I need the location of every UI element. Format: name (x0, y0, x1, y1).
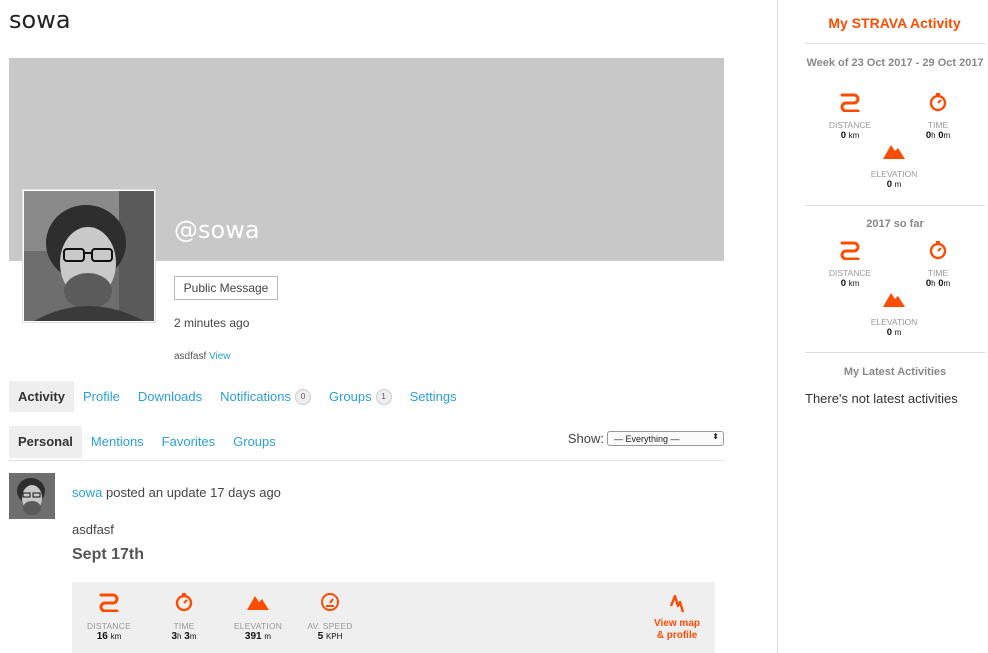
stat-label: DISTANCE (87, 621, 131, 631)
feed-item-avatar[interactable] (9, 473, 55, 519)
tab-profile[interactable]: Profile (74, 381, 129, 412)
stat-elevation: ELEVATION 391 m (223, 592, 293, 642)
year-heading: 2017 so far (866, 218, 924, 230)
stat-label: AV. SPEED (307, 621, 353, 631)
divider (805, 43, 985, 44)
stat-speed: AV. SPEED 5 KPH (295, 592, 365, 642)
notifications-count-badge: 0 (294, 388, 311, 405)
tab-notifications[interactable]: Notifications 0 (211, 381, 320, 412)
stat-value: 0 km (840, 278, 860, 289)
stat-value: 0h 0m (925, 130, 951, 141)
subtab-favorites[interactable]: Favorites (153, 426, 224, 458)
tab-downloads[interactable]: Downloads (129, 381, 211, 412)
stat-distance: DISTANCE 16 km (74, 592, 144, 642)
view-map-line2: & profile (656, 630, 698, 641)
show-filter-value: — Everything — (614, 433, 680, 444)
mountain-icon (883, 145, 905, 159)
latest-update-view-link[interactable]: View (209, 351, 231, 362)
profile-avatar[interactable] (22, 189, 156, 323)
activity-title: Sept 17th (72, 546, 145, 563)
sidebar-title: My STRAVA Activity (828, 15, 961, 31)
stat-value: 0 m (886, 179, 902, 190)
feed-avatar-photo (9, 473, 55, 519)
week-time: TIME 0h 0m (898, 92, 978, 141)
speedometer-icon (321, 593, 339, 611)
show-filter: Show: — Everything — ⬍ (568, 431, 724, 446)
page-title: sowa (9, 6, 71, 34)
groups-count-badge: 1 (375, 388, 392, 405)
profile-handle: @sowa (174, 216, 260, 244)
last-active: 2 minutes ago (174, 316, 250, 330)
tab-groups[interactable]: Groups 1 (320, 381, 401, 412)
select-arrows-icon: ⬍ (712, 432, 719, 441)
week-distance: DISTANCE 0 km (810, 92, 890, 141)
week-elevation: ELEVATION 0 m (854, 141, 934, 190)
stat-label: DISTANCE (828, 268, 872, 278)
year-elevation: ELEVATION 0 m (854, 289, 934, 338)
tab-activity[interactable]: Activity (9, 381, 74, 412)
subtab-groups[interactable]: Groups (224, 426, 285, 458)
strava-sidebar: My STRAVA Activity Week of 23 Oct 2017 -… (777, 0, 988, 653)
profile-nav: Activity Profile Downloads Notifications… (9, 381, 466, 412)
strava-activity-card: DISTANCE 16 km TIME 3h 3m ELEVATION 391 … (72, 582, 715, 653)
view-map-link[interactable]: View map & profile (654, 594, 700, 642)
subtab-label: Favorites (161, 434, 216, 449)
subtab-label: Personal (18, 434, 73, 449)
avatar-photo (24, 191, 154, 321)
public-message-button[interactable]: Public Message (174, 276, 278, 300)
feed-action-text: posted an update 17 days ago (105, 485, 281, 500)
tab-label: Activity (18, 389, 65, 404)
stat-value: 16 km (96, 631, 122, 642)
show-filter-label: Show: (567, 431, 604, 446)
tab-label: Downloads (137, 389, 203, 404)
stat-label: TIME (927, 268, 949, 278)
stat-value: 0 km (840, 130, 860, 141)
route-icon (840, 93, 860, 113)
activity-subnav: Personal Mentions Favorites Groups Show:… (9, 423, 724, 461)
map-pulse-icon (669, 594, 685, 613)
route-icon (840, 241, 860, 261)
show-filter-select[interactable]: — Everything — ⬍ (607, 431, 724, 446)
view-map-line1: View map (654, 618, 700, 629)
divider (805, 205, 985, 206)
mountain-icon (247, 596, 269, 610)
route-icon (99, 593, 119, 613)
stat-value: 0 m (886, 327, 902, 338)
tab-label: Settings (409, 389, 457, 404)
subtab-personal[interactable]: Personal (9, 425, 82, 458)
stopwatch-icon (929, 241, 947, 260)
week-heading: Week of 23 Oct 2017 - 29 Oct 2017 (806, 57, 984, 69)
feed-author-link[interactable]: sowa (72, 485, 102, 500)
stopwatch-icon (175, 593, 193, 612)
latest-activities-heading: My Latest Activities (843, 366, 947, 378)
feed-item-header: sowa posted an update 17 days ago (72, 485, 281, 500)
stat-label: DISTANCE (828, 120, 872, 130)
stat-label: TIME (927, 120, 949, 130)
stat-value: 5 KPH (317, 631, 343, 642)
stat-value: 391 m (244, 631, 272, 642)
divider (805, 352, 985, 353)
stat-label: ELEVATION (233, 621, 283, 631)
latest-update: asdfasf View (174, 351, 231, 362)
tab-label: Profile (82, 389, 120, 404)
stat-label: ELEVATION (870, 317, 918, 327)
subtab-label: Mentions (90, 434, 144, 449)
subtab-mentions[interactable]: Mentions (82, 426, 153, 458)
subtab-label: Groups (233, 434, 276, 449)
stat-value: 3h 3m (171, 631, 197, 642)
feed-item-body: asdfasf (72, 522, 114, 537)
mountain-icon (883, 293, 905, 307)
year-distance: DISTANCE 0 km (810, 240, 890, 289)
stat-label: TIME (173, 621, 195, 631)
tab-label: Notifications (220, 389, 291, 404)
year-time: TIME 0h 0m (898, 240, 978, 289)
stat-label: ELEVATION (870, 169, 918, 179)
latest-update-text: asdfasf (174, 351, 207, 362)
latest-activities-empty: There's not latest activities (805, 391, 958, 406)
stat-value: 0h 0m (925, 278, 951, 289)
stat-time: TIME 3h 3m (149, 592, 219, 642)
tab-label: Groups (328, 389, 372, 404)
tab-settings[interactable]: Settings (401, 381, 466, 412)
stopwatch-icon (929, 93, 947, 112)
